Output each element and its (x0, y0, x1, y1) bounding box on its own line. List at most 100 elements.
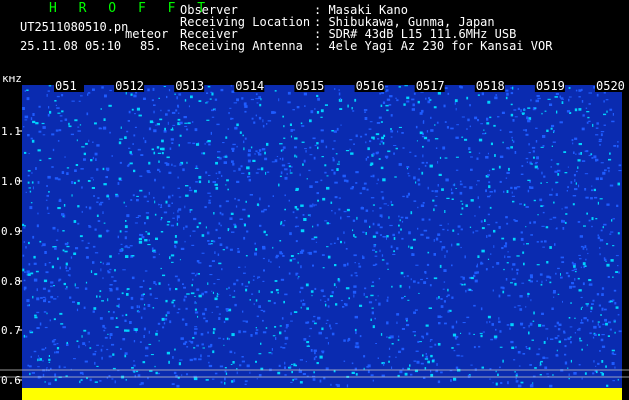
noise-pixel (434, 190, 439, 193)
noise-pixel (145, 212, 150, 214)
noise-pixel (174, 245, 176, 248)
noise-pixel (282, 224, 285, 227)
noise-pixel (560, 276, 563, 279)
noise-pixel (400, 228, 402, 231)
noise-pixel (432, 199, 435, 202)
noise-pixel (543, 341, 546, 344)
noise-pixel (434, 124, 436, 126)
noise-pixel (75, 287, 79, 289)
noise-pixel (377, 178, 379, 181)
noise-pixel (498, 226, 501, 229)
noise-pixel (83, 158, 86, 161)
noise-pixel (549, 246, 552, 249)
noise-pixel (353, 234, 355, 237)
noise-pixel (253, 121, 256, 124)
noise-pixel (352, 110, 355, 112)
noise-pixel (598, 138, 602, 141)
noise-pixel (70, 133, 74, 136)
noise-pixel (544, 366, 548, 369)
noise-pixel (404, 85, 408, 87)
noise-pixel (103, 222, 106, 224)
noise-pixel (420, 278, 423, 281)
noise-pixel (496, 262, 500, 265)
noise-pixel (66, 172, 69, 175)
noise-pixel (294, 154, 296, 158)
noise-pixel (185, 307, 188, 310)
noise-pixel (556, 349, 558, 352)
noise-pixel (324, 164, 327, 167)
noise-pixel (594, 333, 597, 336)
noise-pixel (85, 206, 88, 209)
noise-pixel (383, 363, 385, 366)
noise-pixel (274, 280, 278, 282)
noise-pixel (507, 294, 511, 297)
noise-pixel (197, 315, 199, 318)
noise-pixel (340, 240, 342, 244)
noise-pixel (176, 384, 180, 388)
noise-pixel (291, 363, 293, 365)
noise-pixel (174, 348, 176, 351)
noise-pixel (395, 356, 397, 358)
noise-pixel (124, 236, 127, 240)
noise-pixel (426, 130, 429, 133)
noise-pixel (440, 298, 443, 300)
noise-pixel (231, 149, 235, 152)
noise-pixel (574, 271, 577, 273)
noise-pixel (137, 215, 141, 217)
noise-pixel (487, 100, 491, 104)
noise-pixel (160, 231, 164, 233)
noise-pixel (312, 264, 314, 267)
noise-pixel (111, 155, 113, 157)
noise-pixel (595, 218, 598, 220)
noise-pixel (215, 306, 219, 308)
noise-pixel (578, 184, 580, 188)
noise-pixel (24, 115, 29, 119)
noise-pixel (353, 254, 357, 257)
noise-pixel (53, 318, 56, 321)
noise-pixel (373, 244, 376, 248)
noise-pixel (233, 290, 236, 292)
noise-pixel (422, 354, 424, 357)
noise-pixel (79, 380, 81, 384)
noise-pixel (297, 253, 300, 255)
noise-pixel (474, 215, 476, 217)
noise-pixel (590, 197, 593, 200)
noise-pixel (153, 104, 156, 106)
noise-pixel (64, 288, 68, 290)
noise-pixel (311, 294, 313, 297)
noise-pixel (444, 87, 448, 89)
noise-pixel (255, 98, 259, 100)
noise-pixel (557, 267, 560, 270)
noise-pixel (540, 182, 542, 184)
noise-pixel (515, 373, 518, 375)
noise-pixel (609, 152, 611, 155)
noise-pixel (27, 273, 31, 276)
noise-pixel (194, 326, 198, 328)
noise-pixel (473, 333, 475, 335)
noise-pixel (580, 246, 583, 248)
noise-pixel (27, 364, 29, 367)
noise-pixel (553, 201, 555, 204)
noise-pixel (616, 204, 619, 207)
noise-pixel (36, 224, 39, 228)
noise-pixel (113, 280, 117, 282)
noise-pixel (48, 361, 51, 363)
noise-pixel (247, 153, 251, 157)
noise-pixel (600, 131, 605, 133)
noise-pixel (482, 133, 486, 135)
noise-pixel (321, 327, 324, 331)
noise-pixel (354, 236, 357, 238)
noise-pixel (261, 148, 266, 151)
noise-pixel (525, 129, 527, 132)
noise-pixel (591, 185, 593, 187)
noise-pixel (615, 255, 619, 257)
noise-pixel (503, 245, 507, 248)
noise-pixel (78, 345, 80, 349)
noise-pixel (255, 331, 258, 335)
noise-pixel (220, 224, 222, 227)
noise-pixel (303, 338, 307, 341)
noise-pixel (23, 225, 26, 227)
noise-pixel (508, 147, 510, 150)
noise-pixel (218, 262, 222, 265)
noise-pixel (92, 156, 94, 160)
